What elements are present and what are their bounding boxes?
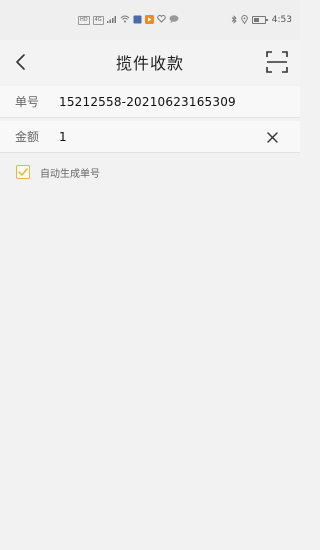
wifi-icon: [120, 15, 130, 25]
chevron-left-icon: [16, 54, 25, 70]
heart-icon: [156, 15, 166, 25]
auto-generate-checkbox[interactable]: [16, 165, 30, 179]
app-notification-icon: [133, 15, 142, 26]
status-right-icons: 4:53: [231, 14, 292, 26]
location-icon: [241, 14, 248, 26]
back-button[interactable]: [6, 48, 34, 76]
hd-badge: HD: [78, 15, 90, 25]
page-title: 揽件收款: [115, 54, 184, 73]
clear-amount-button[interactable]: [262, 127, 282, 147]
amount-label: 金额: [15, 130, 40, 144]
amount-input[interactable]: [59, 129, 229, 144]
status-left-icons: HD 4G: [78, 14, 179, 26]
auto-generate-label: 自动生成单号: [40, 168, 100, 180]
video-app-icon: [144, 14, 154, 26]
chat-icon: [169, 15, 179, 25]
battery-icon: [251, 16, 268, 24]
signal-icon: [106, 15, 117, 25]
bluetooth-icon: [231, 14, 237, 26]
network-badge: 4G: [92, 15, 104, 25]
amount-row: 金额: [0, 121, 300, 153]
status-bar: HD 4G 4:53: [0, 0, 300, 40]
scan-button[interactable]: [262, 47, 292, 77]
order-number-row: 单号 15212558-20210623165309: [0, 86, 300, 118]
check-icon: [18, 168, 28, 176]
nav-bar: 揽件收款: [0, 40, 300, 84]
status-time: 4:53: [271, 15, 292, 25]
order-number-label: 单号: [15, 95, 40, 109]
scan-icon: [266, 51, 288, 73]
close-icon: [266, 131, 278, 143]
order-number-value: 15212558-20210623165309: [59, 94, 236, 109]
auto-generate-option: 自动生成单号: [0, 160, 300, 184]
